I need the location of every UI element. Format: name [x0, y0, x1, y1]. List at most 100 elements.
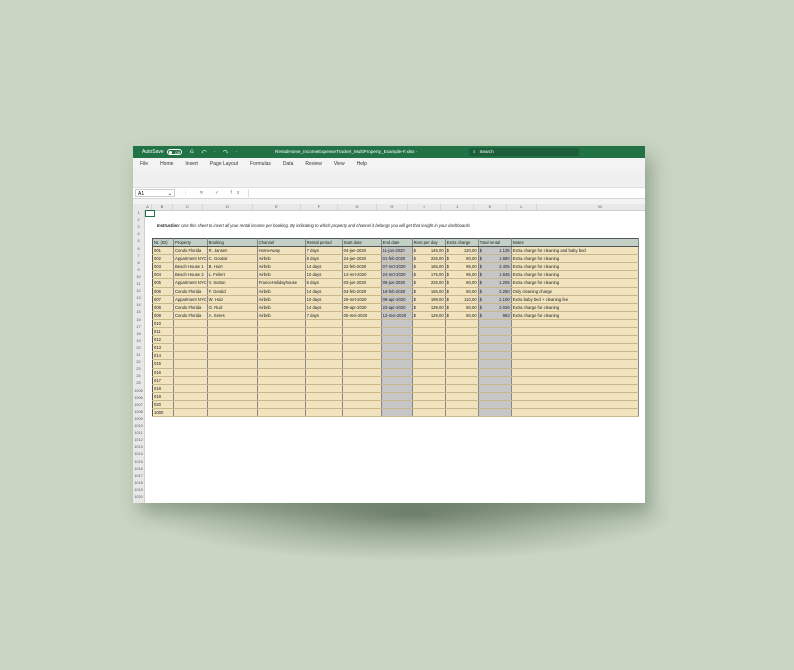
table-cell[interactable] [207, 351, 258, 361]
table-cell[interactable] [257, 400, 306, 409]
table-header-cell[interactable]: Nr. (ID) [152, 238, 174, 248]
row-header-15[interactable]: 15 [133, 309, 144, 316]
table-cell[interactable] [511, 319, 639, 329]
table-cell[interactable]: 23-apr-2020 [381, 303, 413, 312]
row-header-1007[interactable]: 1007 [133, 402, 144, 409]
table-cell[interactable] [511, 376, 639, 385]
table-cell[interactable]: Airbnb [257, 303, 306, 312]
table-cell[interactable]: A. Seres [207, 311, 258, 320]
table-cell[interactable]: 017 [152, 376, 174, 385]
table-cell[interactable] [412, 319, 446, 329]
table-cell[interactable]: C. Goutoir [207, 254, 258, 264]
table-cell[interactable] [173, 392, 208, 401]
table-cell[interactable] [445, 400, 479, 409]
table-cell[interactable] [381, 351, 413, 361]
table-cell[interactable]: 24-jan-2020 [342, 254, 382, 264]
row-header-14[interactable]: 14 [133, 302, 144, 309]
table-cell[interactable]: 18-feb-2020 [381, 287, 413, 296]
table-cell[interactable] [381, 392, 413, 401]
table-cell[interactable]: $139,00 [412, 303, 446, 312]
table-cell[interactable]: $165,00 [412, 262, 446, 272]
table-cell[interactable] [511, 351, 639, 361]
row-header-11[interactable]: 11 [133, 281, 144, 288]
table-cell[interactable]: $110,00 [445, 295, 479, 304]
table-cell[interactable] [445, 351, 479, 361]
table-cell[interactable] [478, 359, 512, 369]
table-cell[interactable]: Condo Florida [173, 303, 208, 312]
table-cell[interactable] [305, 368, 343, 377]
table-cell[interactable]: 016 [152, 368, 174, 377]
table-cell[interactable]: Beach House 3 [173, 270, 208, 280]
table-cell[interactable] [412, 392, 446, 401]
table-cell[interactable] [207, 392, 258, 401]
table-cell[interactable]: W. Huiz [207, 295, 258, 304]
table-cell[interactable] [305, 359, 343, 369]
table-cell[interactable]: Only cleaning charge [511, 287, 639, 296]
column-header-g[interactable]: G [338, 204, 377, 210]
table-cell[interactable]: 04-feb-2020 [342, 287, 382, 296]
table-cell[interactable] [305, 376, 343, 385]
table-cell[interactable] [445, 359, 479, 369]
table-cell[interactable] [412, 343, 446, 353]
row-header-1015[interactable]: 1015 [133, 459, 144, 466]
table-cell[interactable]: Extra baby bed + cleaning fee [511, 295, 639, 304]
table-cell[interactable] [445, 327, 479, 337]
table-cell[interactable] [207, 343, 258, 353]
table-cell[interactable] [173, 368, 208, 377]
table-cell[interactable] [381, 408, 413, 418]
table-cell[interactable]: Airbnb [257, 295, 306, 304]
table-header-cell[interactable]: Start date [342, 238, 382, 248]
table-cell[interactable]: 14 days [305, 287, 343, 296]
table-cell[interactable]: 008 [152, 303, 174, 312]
table-cell[interactable] [305, 400, 343, 409]
table-cell[interactable]: 8 days [305, 254, 343, 264]
table-cell[interactable] [207, 368, 258, 377]
column-header-b[interactable]: B [152, 204, 173, 210]
row-header-1013[interactable]: 1013 [133, 444, 144, 451]
row-header-9[interactable]: 9 [133, 267, 144, 274]
menu-data[interactable]: Data [283, 161, 294, 167]
table-cell[interactable] [412, 327, 446, 337]
table-cell[interactable] [412, 368, 446, 377]
table-cell[interactable]: 010 [152, 319, 174, 329]
table-cell[interactable]: O. Ruiz [207, 303, 258, 312]
table-header-cell[interactable]: Notes [511, 238, 639, 248]
table-cell[interactable]: Extra charge for cleaning [511, 254, 639, 264]
table-cell[interactable] [342, 408, 382, 418]
table-cell[interactable]: 14 days [305, 303, 343, 312]
row-header-23[interactable]: 23 [133, 366, 144, 373]
table-cell[interactable] [173, 384, 208, 393]
table-cell[interactable] [445, 368, 479, 377]
table-cell[interactable]: 12-mei-2020 [381, 311, 413, 320]
table-cell[interactable]: 009 [152, 311, 174, 320]
menu-review[interactable]: Review [305, 161, 321, 167]
row-header-8[interactable]: 8 [133, 260, 144, 267]
row-header-1008[interactable]: 1008 [133, 409, 144, 416]
table-cell[interactable] [342, 327, 382, 337]
table-cell[interactable] [342, 400, 382, 409]
table-cell[interactable] [511, 384, 639, 393]
table-cell[interactable] [381, 384, 413, 393]
table-cell[interactable]: $95,00 [445, 262, 479, 272]
table-cell[interactable]: 29-mrt-2020 [342, 295, 382, 304]
table-cell[interactable]: 5 days [305, 278, 343, 288]
table-cell[interactable] [207, 400, 258, 409]
table-cell[interactable] [207, 335, 258, 345]
table-cell[interactable] [257, 335, 306, 345]
row-header-1018[interactable]: 1018 [133, 480, 144, 487]
table-cell[interactable] [412, 376, 446, 385]
table-cell[interactable]: Airbnb [257, 287, 306, 296]
row-header-18[interactable]: 18 [133, 331, 144, 338]
table-cell[interactable] [207, 376, 258, 385]
quick-access-icons[interactable]: ⎌ ↶ · ↷ · [190, 149, 241, 155]
table-cell[interactable] [412, 359, 446, 369]
menu-formulas[interactable]: Formulas [250, 161, 271, 167]
table-cell[interactable] [173, 319, 208, 329]
table-cell[interactable]: 10 days [305, 270, 343, 280]
table-cell[interactable] [445, 392, 479, 401]
table-cell[interactable] [305, 343, 343, 353]
table-cell[interactable] [445, 343, 479, 353]
row-header-19[interactable]: 19 [133, 338, 144, 345]
row-header-7[interactable]: 7 [133, 253, 144, 260]
table-cell[interactable]: Airbnb [257, 311, 306, 320]
